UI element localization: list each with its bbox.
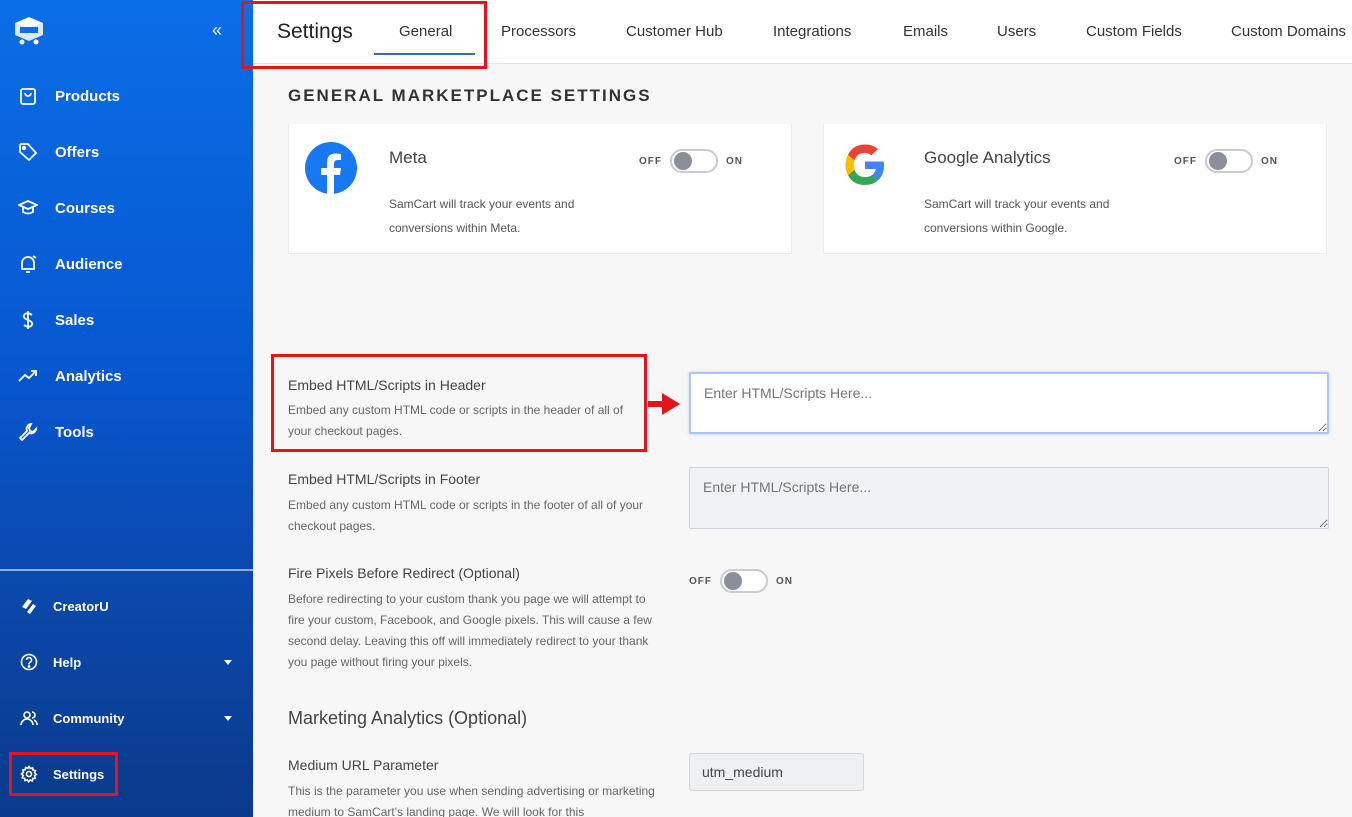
meta-integration-card: Meta SamCart will track your events and … <box>288 124 792 254</box>
sidebar-item-label: CreatorU <box>53 598 109 614</box>
google-icon <box>845 144 884 185</box>
meta-tracking-toggle[interactable] <box>670 149 718 173</box>
tab-emails[interactable]: Emails <box>903 23 948 40</box>
toggle-on-label: ON <box>776 575 793 587</box>
sidebar-item-label: Tools <box>55 423 94 441</box>
tab-users[interactable]: Users <box>997 23 1036 40</box>
tab-integrations[interactable]: Integrations <box>773 23 851 40</box>
dollar-icon <box>22 311 34 329</box>
sidebar-item-help[interactable]: Help <box>20 650 232 674</box>
tag-icon <box>19 143 38 162</box>
footer-scripts-label: Embed HTML/Scripts in Footer <box>288 471 481 487</box>
fire-pixels-description: Before redirecting to your custom thank … <box>288 592 652 669</box>
sidebar-item-label: Audience <box>55 255 123 273</box>
highlight-box-settings-nav <box>9 752 118 796</box>
tab-customer-hub[interactable]: Customer Hub <box>626 23 723 40</box>
help-icon <box>20 653 38 671</box>
medium-parameter-input[interactable] <box>689 753 864 791</box>
tab-custom-fields[interactable]: Custom Fields <box>1086 23 1182 40</box>
medium-parameter-label: Medium URL Parameter <box>288 757 439 773</box>
trending-up-icon <box>18 370 37 382</box>
section-title: GENERAL MARKETPLACE SETTINGS <box>288 86 652 105</box>
fire-pixels-label: Fire Pixels Before Redirect (Optional) <box>288 565 520 581</box>
toggle-on-label: ON <box>1261 155 1278 167</box>
sidebar-item-tools[interactable]: Tools <box>18 417 94 447</box>
sidebar-item-community[interactable]: Community <box>20 706 232 730</box>
shopping-bag-icon <box>20 88 36 105</box>
integration-name: Google Analytics <box>924 148 1051 167</box>
google-toggle-group: OFF ON <box>1174 149 1278 173</box>
sidebar-item-label: Community <box>53 710 125 726</box>
collapse-sidebar-icon[interactable]: « <box>212 20 222 40</box>
fire-pixels-toggle[interactable] <box>720 569 768 593</box>
arrow-right-icon <box>648 393 680 415</box>
sidebar-item-label: Analytics <box>55 367 122 385</box>
sidebar-item-label: Sales <box>55 311 95 329</box>
sidebar-item-products[interactable]: Products <box>18 81 120 111</box>
toggle-off-label: OFF <box>689 575 712 587</box>
sidebar-divider <box>0 569 253 571</box>
highlight-box-settings-general <box>241 1 487 69</box>
creatoru-icon <box>22 599 36 614</box>
google-analytics-card: Google Analytics SamCart will track your… <box>823 124 1327 254</box>
header-scripts-input[interactable] <box>689 372 1329 434</box>
tab-processors[interactable]: Processors <box>501 23 576 40</box>
sidebar-item-label: Courses <box>55 199 116 217</box>
tab-custom-domains[interactable]: Custom Domains <box>1231 23 1346 40</box>
toggle-on-label: ON <box>726 155 743 167</box>
meta-toggle-group: OFF ON <box>639 149 743 173</box>
chevron-down-icon[interactable] <box>224 715 232 721</box>
sidebar-item-analytics[interactable]: Analytics <box>18 361 122 391</box>
footer-scripts-description: Embed any custom HTML code or scripts in… <box>288 498 644 533</box>
footer-scripts-input[interactable] <box>689 467 1329 529</box>
graduation-cap-icon <box>18 200 38 215</box>
sidebar-item-label: Offers <box>55 143 100 161</box>
sidebar-item-label: Products <box>55 87 121 105</box>
integration-name: Meta <box>389 148 427 167</box>
users-icon <box>20 711 38 726</box>
samcart-logo-icon[interactable] <box>12 15 46 45</box>
sidebar-item-courses[interactable]: Courses <box>18 193 115 223</box>
integration-description: SamCart will track your events and conve… <box>924 197 1110 235</box>
integration-description: SamCart will track your events and conve… <box>389 197 575 235</box>
marketing-analytics-heading: Marketing Analytics (Optional) <box>288 708 528 728</box>
toggle-off-label: OFF <box>1174 155 1197 167</box>
fire-pixels-toggle-group: OFF ON <box>689 569 793 593</box>
chevron-down-icon[interactable] <box>224 659 232 665</box>
google-tracking-toggle[interactable] <box>1205 149 1253 173</box>
medium-parameter-description: This is the parameter you use when sendi… <box>288 784 655 817</box>
sidebar: « Products Offers Courses Audience Sales… <box>0 0 253 817</box>
sidebar-item-offers[interactable]: Offers <box>18 137 99 167</box>
sidebar-item-sales[interactable]: Sales <box>18 305 94 335</box>
wrench-icon <box>18 422 38 442</box>
highlight-box-header-scripts <box>271 354 647 452</box>
bell-icon <box>21 255 37 273</box>
toggle-off-label: OFF <box>639 155 662 167</box>
sidebar-item-creatoru[interactable]: CreatorU <box>20 594 232 618</box>
sidebar-item-audience[interactable]: Audience <box>18 249 123 279</box>
sidebar-item-label: Help <box>53 654 82 670</box>
facebook-icon <box>305 142 357 194</box>
